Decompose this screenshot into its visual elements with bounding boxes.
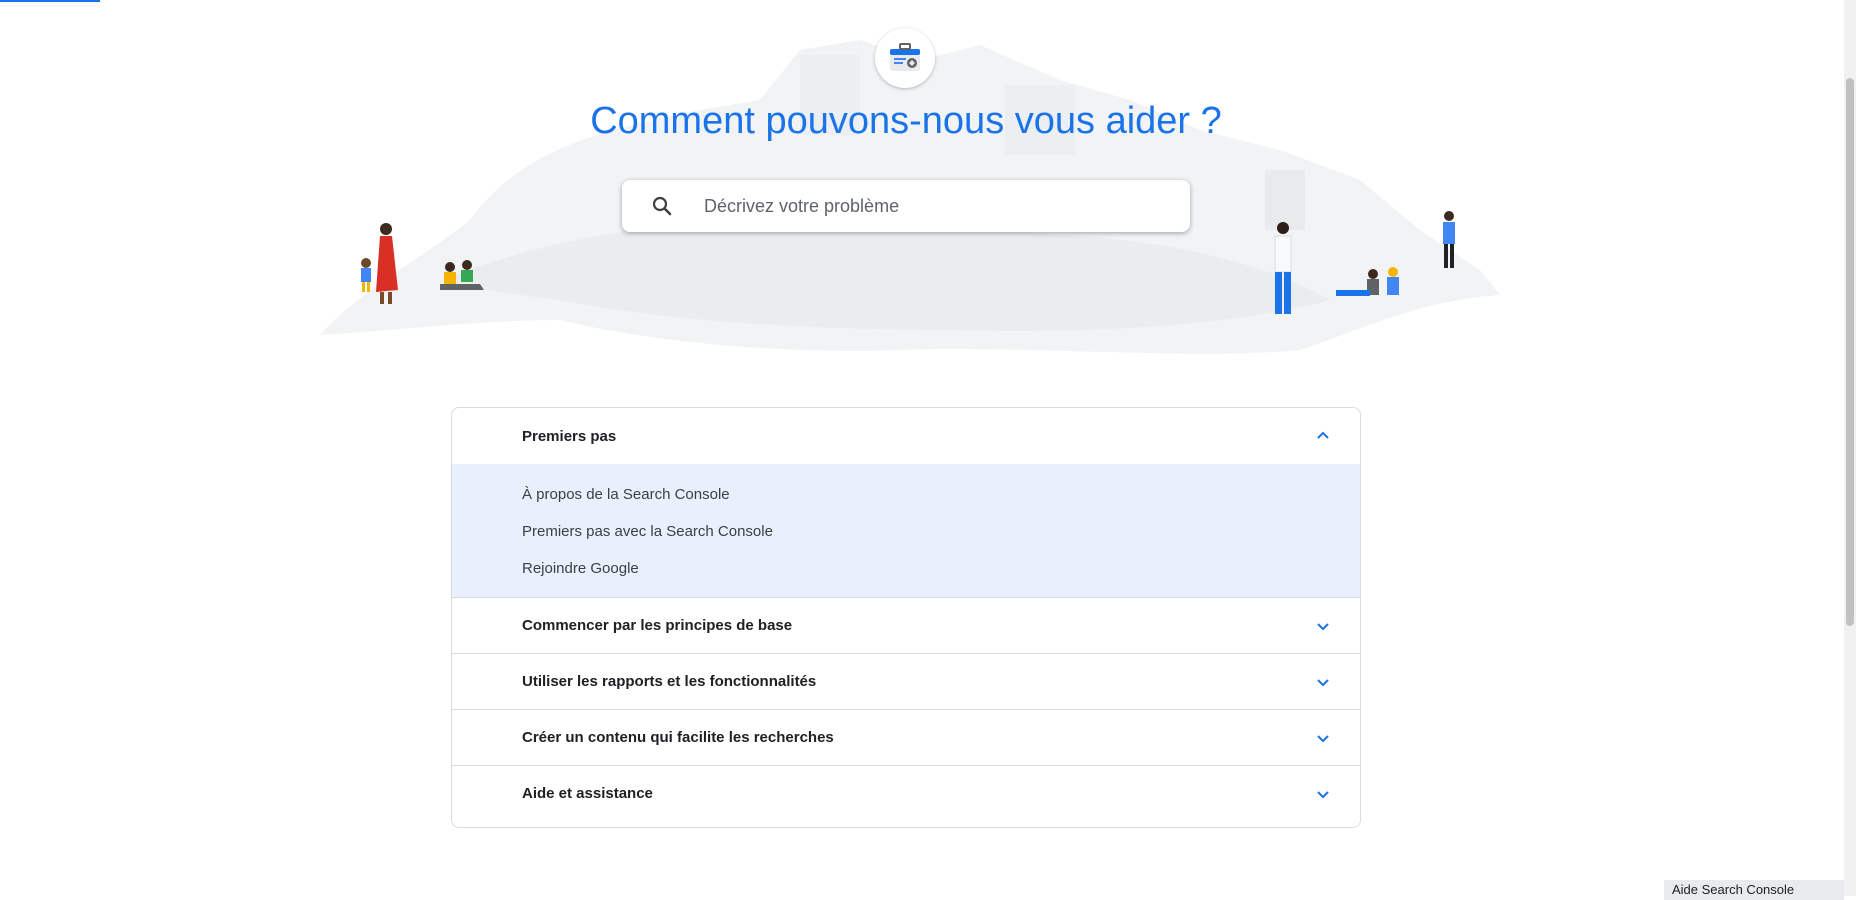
chevron-up-icon[interactable] [1314, 427, 1332, 445]
chevron-down-icon[interactable] [1314, 785, 1332, 803]
accordion-header-label: Créer un contenu qui facilite les recher… [522, 729, 834, 746]
accordion-header-label: Commencer par les principes de base [522, 617, 793, 634]
search-box[interactable] [622, 180, 1190, 232]
topic-link-premiers-pas[interactable]: Premiers pas avec la Search Console [522, 513, 1360, 550]
accordion-section-rapports: Utiliser les rapports et les fonctionnal… [452, 653, 1360, 709]
page-title: Comment pouvons-nous vous aider ? [590, 100, 1222, 142]
accordion-header-label: Utiliser les rapports et les fonctionnal… [522, 673, 817, 690]
accordion-header-label: Aide et assistance [522, 785, 653, 802]
hero-banner: Comment pouvons-nous vous aider ? [0, 0, 1856, 390]
accordion-body-premiers-pas: À propos de la Search Console Premiers p… [452, 464, 1360, 597]
help-topics-accordion: Premiers pas À propos de la Search Conso… [451, 407, 1361, 828]
chevron-down-icon[interactable] [1314, 617, 1332, 635]
scrollbar-thumb[interactable] [1846, 78, 1854, 626]
accordion-section-principes: Commencer par les principes de base [452, 597, 1360, 653]
page-scrollbar[interactable] [1844, 0, 1856, 896]
search-icon[interactable] [650, 194, 674, 218]
help-widget-label: Aide Search Console [1672, 882, 1795, 897]
accordion-header-label: Premiers pas [522, 427, 617, 445]
search-input[interactable] [702, 194, 1146, 218]
accordion-header-contenu[interactable]: Créer un contenu qui facilite les recher… [452, 709, 1360, 765]
accordion-section-contenu: Créer un contenu qui facilite les recher… [452, 709, 1360, 765]
accordion-section-premiers-pas: Premiers pas À propos de la Search Conso… [452, 408, 1360, 597]
chevron-down-icon[interactable] [1314, 729, 1332, 747]
chevron-down-icon[interactable] [1314, 673, 1332, 691]
help-widget-tab[interactable]: Aide Search Console [1664, 880, 1844, 900]
accordion-header-premiers-pas[interactable]: Premiers pas [452, 408, 1360, 464]
figure-child-blue [361, 258, 371, 292]
accordion-section-aide: Aide et assistance [452, 765, 1360, 821]
topic-link-rejoindre-google[interactable]: Rejoindre Google [522, 550, 1360, 587]
accordion-header-principes[interactable]: Commencer par les principes de base [452, 597, 1360, 653]
accordion-header-rapports[interactable]: Utiliser les rapports et les fonctionnal… [452, 653, 1360, 709]
topic-link-a-propos[interactable]: À propos de la Search Console [522, 476, 1360, 513]
accordion-header-aide[interactable]: Aide et assistance [452, 765, 1360, 821]
search-console-logo [875, 28, 935, 88]
search-console-toolbox-icon [890, 43, 920, 71]
